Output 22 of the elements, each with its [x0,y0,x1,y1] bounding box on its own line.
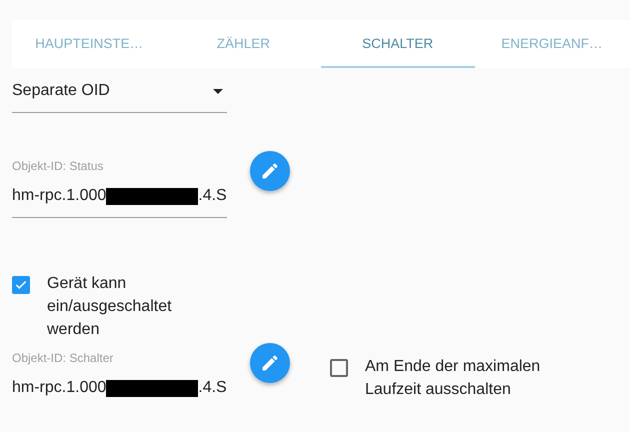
field-label: Objekt-ID: Status [12,159,104,173]
checkbox[interactable] [330,359,348,377]
tab[interactable]: ENERGIEANF… [474,20,629,68]
pencil-icon [260,161,280,181]
status-field[interactable]: Objekt-ID: Status hm-rpc.1.000 .4.S [12,159,227,218]
tab[interactable]: SCHALTER [320,20,475,68]
checkbox-label: Gerät kann ein/ausgeschaltet werden [47,274,173,340]
edit-button[interactable] [250,151,290,191]
pencil-icon [260,353,280,373]
tab[interactable]: HAUPTEINSTE… [12,20,166,68]
field-value: .4.S [198,187,227,205]
tab[interactable]: ZÄHLER [166,20,320,68]
checkbox-label: Am Ende der maximalen Laufzeit ausschalten [365,357,542,400]
field-label: Objekt-ID: Schalter [12,351,114,365]
switch-field[interactable]: Objekt-ID: Schalter hm-rpc.1.000 .4.S [12,351,227,397]
mode-select[interactable]: Separate OID [12,68,227,113]
field-value: .4.S [198,379,227,397]
edit-button[interactable] [250,343,290,383]
checkbox[interactable] [12,276,30,294]
field-value: hm-rpc.1.000 [12,187,106,205]
caret-icon [213,88,223,94]
field-value: hm-rpc.1.000 [12,379,106,397]
